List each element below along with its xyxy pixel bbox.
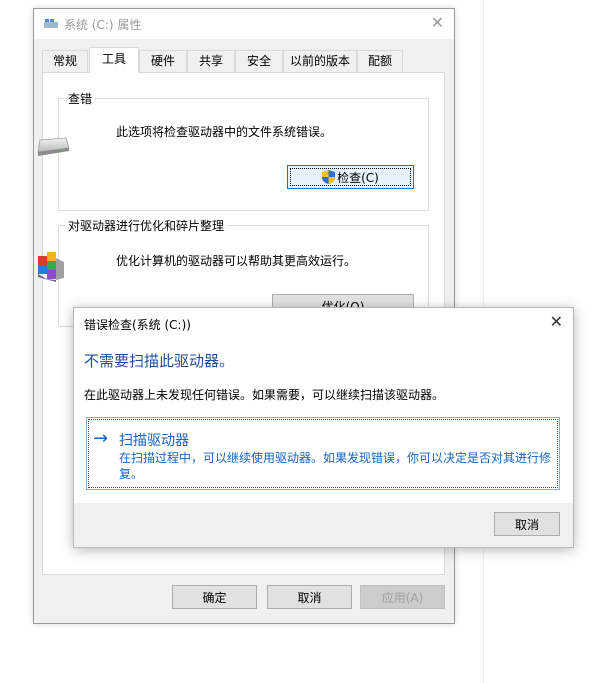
error-checking-group: 查错 此选项将检查驱动器中的文件系统错误。 检查(C) bbox=[58, 90, 429, 211]
defrag-icon bbox=[38, 252, 64, 282]
tab-previous-versions[interactable]: 以前的版本 bbox=[283, 50, 357, 72]
drive-app-icon bbox=[44, 19, 58, 28]
dialog-message: 在此驱动器上未发现任何错误。如果需要，可以继续扫描该驱动器。 bbox=[84, 388, 445, 402]
properties-titlebar: 系统 (C:) 属性 ✕ bbox=[34, 9, 454, 39]
check-button-label: 检查(C) bbox=[337, 171, 379, 185]
uac-shield-icon bbox=[322, 170, 336, 184]
hard-drive-icon bbox=[37, 137, 70, 156]
error-checking-description: 此选项将检查驱动器中的文件系统错误。 bbox=[116, 125, 333, 139]
tab-general[interactable]: 常规 bbox=[42, 50, 88, 72]
scan-drive-title: 扫描驱动器 bbox=[119, 433, 189, 449]
dialog-title: 错误检查(系统 (C:)) bbox=[84, 318, 191, 332]
error-check-dialog: 错误检查(系统 (C:)) ✕ 不需要扫描此驱动器。 在此驱动器上未发现任何错误… bbox=[73, 307, 574, 548]
arrow-right-icon: → bbox=[93, 428, 109, 449]
optimize-description: 优化计算机的驱动器可以帮助其更高效运行。 bbox=[116, 254, 357, 268]
optimize-title: 对驱动器进行优化和碎片整理 bbox=[65, 217, 228, 234]
scan-drive-description: 在扫描过程中，可以继续使用驱动器。如果发现错误，你可以决定是否对其进行修复。 bbox=[119, 451, 552, 481]
dialog-heading: 不需要扫描此驱动器。 bbox=[84, 352, 235, 370]
close-icon[interactable]: ✕ bbox=[550, 312, 563, 331]
tab-security[interactable]: 安全 bbox=[235, 50, 283, 72]
error-checking-title: 查错 bbox=[65, 90, 96, 107]
tab-quota[interactable]: 配额 bbox=[357, 50, 403, 72]
dialog-cancel-button[interactable]: 取消 bbox=[494, 512, 560, 536]
cancel-button[interactable]: 取消 bbox=[267, 585, 352, 609]
tab-hardware[interactable]: 硬件 bbox=[139, 50, 187, 72]
apply-button[interactable]: 应用(A) bbox=[360, 585, 445, 609]
properties-title: 系统 (C:) 属性 bbox=[64, 18, 142, 32]
tab-tools[interactable]: 工具 bbox=[89, 47, 139, 73]
close-icon[interactable]: ✕ bbox=[431, 13, 444, 32]
scan-drive-command-link[interactable]: → 扫描驱动器 在扫描过程中，可以继续使用驱动器。如果发现错误，你可以决定是否对… bbox=[86, 417, 560, 490]
ok-button[interactable]: 确定 bbox=[172, 585, 257, 609]
tab-sharing[interactable]: 共享 bbox=[187, 50, 235, 72]
dialog-footer: 取消 bbox=[74, 503, 573, 547]
check-button[interactable]: 检查(C) bbox=[287, 165, 414, 189]
